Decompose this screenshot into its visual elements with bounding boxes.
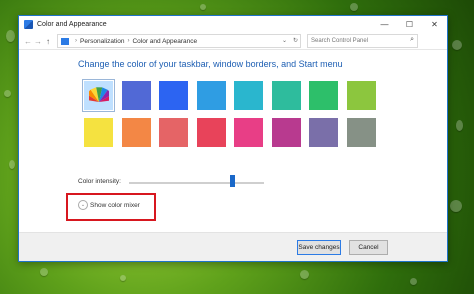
color-swatch[interactable] [121,81,151,110]
up-icon[interactable]: ↑ [43,37,53,46]
color-swatch[interactable] [309,81,338,110]
color-swatch[interactable] [346,81,376,110]
color-swatch[interactable] [84,118,113,147]
control-panel-icon [61,37,69,45]
color-swatch[interactable] [309,118,338,147]
color-fan-icon [89,87,109,102]
content-area: Change the color of your taskbar, window… [19,50,447,261]
search-icon[interactable]: ⌕ [410,36,414,44]
refresh-icon[interactable]: ↻ [293,35,298,47]
breadcrumb[interactable]: › Personalization › Color and Appearance… [57,34,301,48]
breadcrumb-color-and-appearance[interactable]: Color and Appearance [132,38,197,45]
chevron-down-icon[interactable]: ⌄ [78,200,88,210]
color-intensity-slider-thumb[interactable] [230,175,236,187]
breadcrumb-personalization[interactable]: Personalization [80,38,124,45]
color-intensity-label: Color intensity: [78,178,121,185]
window-controls: — ☐ ✕ [372,16,447,33]
cancel-button[interactable]: Cancel [349,240,388,255]
color-swatch[interactable] [159,81,188,110]
show-color-mixer-label[interactable]: Show color mixer [90,202,140,209]
color-swatch[interactable] [234,81,263,110]
maximize-button[interactable]: ☐ [397,16,422,33]
color-swatch[interactable] [271,81,301,110]
color-swatch[interactable] [234,118,263,147]
minimize-button[interactable]: — [372,16,397,33]
color-swatch[interactable] [121,118,151,147]
color-intensity-slider[interactable] [129,182,264,184]
window-title: Color and Appearance [37,21,107,28]
color-swatch-grid [82,79,376,147]
chevron-right-icon: › [75,38,77,44]
forward-icon[interactable]: → [33,37,43,46]
control-panel-icon [24,20,33,29]
search-input[interactable]: Search Control Panel ⌕ [307,34,418,48]
color-swatch[interactable] [159,118,188,147]
color-swatch[interactable] [346,118,376,147]
save-changes-button[interactable]: Save changes [297,240,341,255]
chevron-right-icon: › [127,38,130,44]
footer-bar: Save changes Cancel [19,232,447,261]
title-bar[interactable]: Color and Appearance — ☐ ✕ [19,16,447,33]
chevron-down-icon[interactable]: ⌄ [282,35,287,47]
show-color-mixer-toggle[interactable]: ⌄ Show color mixer [78,200,140,210]
color-swatch-automatic[interactable] [82,79,115,112]
color-swatch[interactable] [271,118,301,147]
address-bar: ← → ↑ › Personalization › Color and Appe… [19,33,447,50]
control-panel-window: Color and Appearance — ☐ ✕ ← → ↑ › Perso… [18,15,448,262]
close-button[interactable]: ✕ [422,16,447,33]
color-swatch[interactable] [196,118,226,147]
back-icon[interactable]: ← [23,37,33,46]
search-placeholder: Search Control Panel [311,38,369,44]
page-heading: Change the color of your taskbar, window… [78,59,343,69]
color-swatch[interactable] [196,81,226,110]
